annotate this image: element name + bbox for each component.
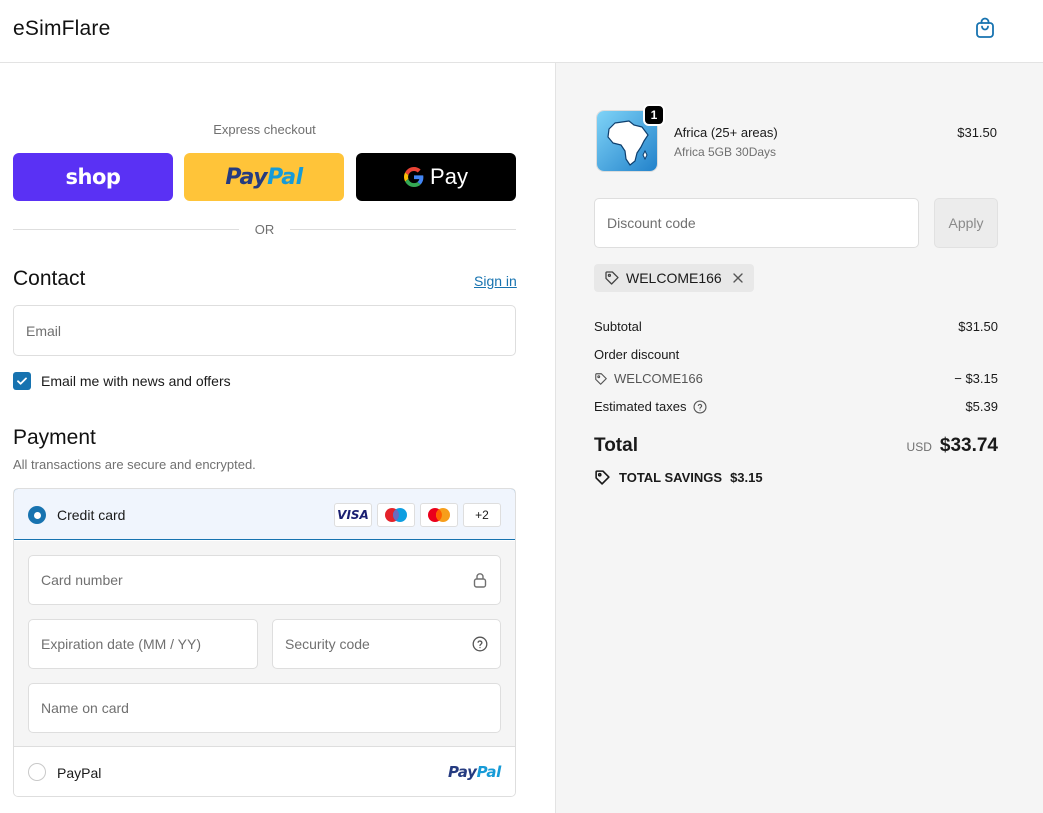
expiration-date-field[interactable]: Expiration date (MM / YY): [28, 619, 258, 669]
google-pay-button[interactable]: Pay: [356, 153, 516, 201]
maestro-icon: [377, 503, 415, 527]
header: eSimFlare: [0, 0, 1043, 63]
savings-value: $3.15: [730, 470, 763, 485]
subtotal-value: $31.50: [958, 319, 998, 334]
expiration-placeholder: Expiration date (MM / YY): [41, 636, 202, 652]
remove-discount-icon[interactable]: [732, 272, 744, 284]
discount-code-placeholder: Discount code: [607, 215, 696, 231]
security-code-field[interactable]: Security code: [272, 619, 501, 669]
name-on-card-field[interactable]: Name on card: [28, 683, 501, 733]
visa-icon: VISA: [334, 503, 372, 527]
newsletter-option[interactable]: Email me with news and offers: [13, 372, 231, 390]
taxes-label: Estimated taxes: [594, 399, 687, 414]
email-placeholder: Email: [26, 322, 62, 339]
subtotal-row: Subtotal $31.50: [594, 319, 998, 334]
divider-line: [13, 228, 239, 230]
payment-subtitle: All transactions are secure and encrypte…: [13, 457, 256, 472]
apply-button[interactable]: Apply: [934, 198, 998, 248]
payment-methods: Credit card VISA +2 Card number Expirati…: [13, 488, 516, 797]
total-row: Total USD $33.74: [594, 435, 998, 457]
tag-icon: [595, 372, 607, 385]
order-discount-row: Order discount: [594, 347, 998, 362]
payment-title: Payment: [13, 426, 96, 449]
help-circle-icon[interactable]: [472, 636, 488, 652]
more-cards-badge: +2: [463, 503, 501, 527]
tag-icon: [605, 271, 619, 285]
product-price: $31.50: [957, 125, 997, 140]
paypal-logo-part1: Pay: [225, 164, 268, 190]
shop-pay-label: shop: [65, 165, 121, 189]
savings-label: TOTAL SAVINGS: [619, 470, 723, 485]
total-label: Total: [594, 435, 638, 456]
mastercard-icon: [420, 503, 458, 527]
paypal-radio[interactable]: [28, 763, 46, 781]
shop-pay-button[interactable]: shop: [13, 153, 173, 201]
paypal-label: PayPal: [57, 765, 102, 781]
paypal-logo-part2: Pal: [267, 164, 303, 190]
checkout-form: Express checkout shop Pay Pal Pay OR Cont…: [0, 63, 555, 813]
credit-card-radio[interactable]: [28, 506, 46, 524]
google-g-icon: [404, 167, 424, 187]
or-text: OR: [254, 221, 275, 237]
paypal-express-button[interactable]: Pay Pal: [184, 153, 344, 201]
email-field[interactable]: Email: [13, 305, 516, 356]
currency-code: USD: [906, 440, 932, 454]
sign-in-link[interactable]: Sign in: [474, 273, 517, 289]
divider-line: [290, 228, 516, 230]
discount-code-text: WELCOME166: [614, 371, 703, 386]
brand-logo[interactable]: eSimFlare: [13, 17, 111, 41]
shopping-bag-icon[interactable]: [973, 16, 997, 40]
product-variant: Africa 5GB 30Days: [674, 145, 777, 159]
taxes-value: $5.39: [965, 399, 998, 414]
credit-card-label: Credit card: [57, 507, 126, 523]
name-on-card-placeholder: Name on card: [41, 700, 129, 716]
discount-code-row: WELCOME166 − $3.15: [594, 371, 998, 386]
or-divider: OR: [13, 221, 516, 237]
credit-card-form: Card number Expiration date (MM / YY) Se…: [14, 541, 515, 747]
card-number-field[interactable]: Card number: [28, 555, 501, 605]
subtotal-label: Subtotal: [594, 319, 642, 334]
express-checkout-label: Express checkout: [213, 122, 316, 137]
help-circle-icon[interactable]: [692, 399, 707, 414]
checkmark-icon: [17, 377, 27, 385]
total-savings: TOTAL SAVINGS $3.15: [594, 469, 763, 486]
lock-icon: [472, 572, 488, 588]
discount-value: − $3.15: [954, 371, 998, 386]
product-name: Africa (25+ areas): [674, 125, 778, 140]
order-discount-label: Order discount: [594, 347, 680, 362]
security-code-placeholder: Security code: [285, 636, 370, 652]
order-summary: 1 Africa (25+ areas) Africa 5GB 30Days $…: [555, 63, 1043, 813]
total-value: $33.74: [939, 435, 998, 456]
paypal-option[interactable]: PayPal PayPal: [14, 747, 515, 796]
tag-icon: [595, 470, 610, 485]
newsletter-checkbox[interactable]: [13, 372, 31, 390]
taxes-row: Estimated taxes $5.39: [594, 399, 998, 414]
contact-title: Contact: [13, 267, 86, 290]
card-number-placeholder: Card number: [41, 572, 123, 588]
newsletter-label: Email me with news and offers: [41, 373, 231, 389]
discount-code-field[interactable]: Discount code: [594, 198, 919, 248]
applied-discount-code: WELCOME166: [626, 270, 722, 286]
credit-card-option[interactable]: Credit card VISA +2: [14, 489, 515, 540]
applied-discount-chip: WELCOME166: [594, 264, 754, 292]
paypal-logo: PayPal: [448, 763, 501, 781]
quantity-badge: 1: [643, 104, 665, 126]
google-pay-label: Pay: [430, 164, 468, 189]
